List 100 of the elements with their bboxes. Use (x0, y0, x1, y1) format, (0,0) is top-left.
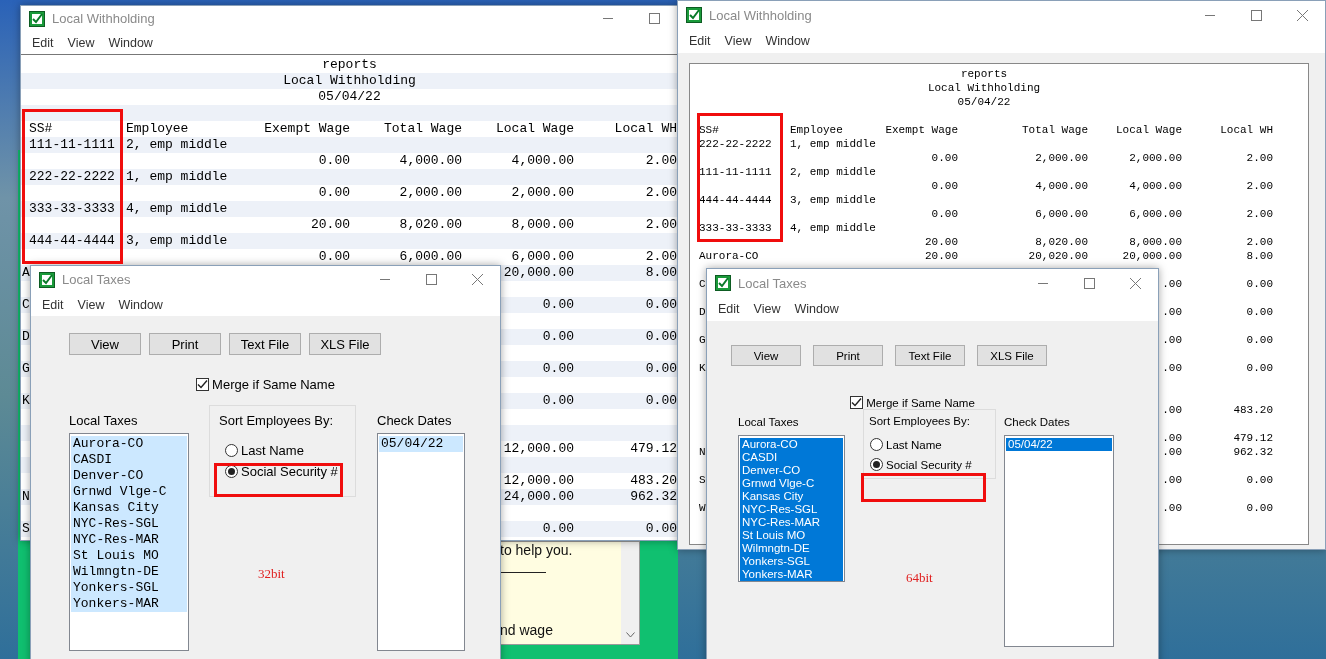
maximize-icon[interactable] (1083, 277, 1095, 289)
menu-item[interactable]: Edit (683, 34, 717, 48)
report-cell: .00 (1162, 333, 1182, 347)
report-cell: 222-22-2222 (29, 169, 115, 185)
report-cell: 6,000.00 (1129, 207, 1182, 221)
list-item[interactable]: Aurora-CO (71, 436, 187, 452)
column-header: Employee (790, 123, 843, 137)
action-button[interactable]: Print (813, 345, 883, 366)
report-cell: S (22, 521, 30, 537)
list-item[interactable]: St Louis MO (71, 548, 187, 564)
menu-item[interactable]: Edit (36, 297, 70, 312)
action-button[interactable]: Print (149, 333, 221, 355)
report-cell: 20.00 (925, 249, 958, 263)
list-item[interactable]: NYC-Res-SGL (740, 503, 843, 516)
report-cell: 8,020.00 (399, 217, 462, 233)
action-button[interactable]: Text File (895, 345, 965, 366)
menu-item[interactable]: Edit (26, 35, 60, 50)
report-cell: 0.00 (931, 151, 958, 165)
report-cell: 0.00 (645, 297, 677, 313)
checkbox-label: Merge if Same Name (866, 396, 975, 409)
list-item[interactable]: 05/04/22 (379, 436, 463, 452)
close-icon[interactable] (1296, 9, 1308, 21)
list-item[interactable]: Yonkers-MAR (740, 568, 843, 581)
menu-item[interactable]: Window (788, 302, 845, 316)
report-cell: .00 (1162, 277, 1182, 291)
menu-item[interactable]: Edit (712, 302, 746, 316)
close-icon[interactable] (471, 274, 483, 285)
list-item[interactable]: Yonkers-SGL (71, 580, 187, 596)
report-cell: 0.00 (1246, 361, 1273, 375)
list-label: Check Dates (377, 413, 453, 428)
report-cell: 1, emp middle (126, 169, 228, 185)
chevron-down-icon[interactable] (625, 632, 635, 638)
report-cell: 6,000.00 (511, 249, 574, 265)
report-heading: reports (960, 68, 1008, 80)
list-item[interactable]: Grnwd Vlge-C (740, 477, 843, 490)
report-cell: 8,000.00 (511, 217, 574, 233)
list-item[interactable]: Denver-CO (71, 468, 187, 484)
report-cell: 4,000.00 (399, 153, 462, 169)
menu-item[interactable]: Window (102, 35, 159, 50)
report-cell: 0.00 (645, 361, 677, 377)
menu-item[interactable]: View (718, 34, 758, 48)
list-item[interactable]: Wilmngtn-DE (740, 542, 843, 555)
maximize-icon[interactable] (648, 13, 660, 24)
list-item[interactable]: 05/04/22 (1006, 438, 1112, 451)
report-cell: 2,000.00 (511, 185, 574, 201)
column-header: SS# (699, 123, 719, 137)
list-item[interactable]: CASDI (740, 451, 843, 464)
menu-item[interactable]: Window (112, 297, 169, 312)
action-button[interactable]: XLS File (309, 333, 381, 355)
report-cell: 0.00 (318, 153, 350, 169)
report-cell: 0.00 (542, 393, 574, 409)
list-item[interactable]: Aurora-CO (740, 438, 843, 451)
list-item[interactable]: NYC-Res-MAR (71, 532, 187, 548)
report-cell: 20,020.00 (1028, 249, 1088, 263)
radio-button[interactable] (870, 458, 883, 471)
report-cell: 0.00 (1246, 305, 1273, 319)
annotation-text: 64bit (906, 570, 933, 586)
close-icon[interactable] (1129, 277, 1141, 289)
report-cell: 0.00 (542, 297, 574, 313)
action-button[interactable]: View (731, 345, 801, 366)
list-item[interactable]: Wilmngtn-DE (71, 564, 187, 580)
report-cell: 2.00 (645, 153, 677, 169)
list-item[interactable]: Grnwd Vlge-C (71, 484, 187, 500)
list-item[interactable]: St Louis MO (740, 529, 843, 542)
list-item[interactable]: Kansas City (740, 490, 843, 503)
scrollbar[interactable] (621, 542, 639, 644)
checkbox[interactable] (850, 396, 864, 409)
action-button[interactable]: Text File (229, 333, 301, 355)
report-cell: 0.00 (1246, 277, 1273, 291)
radio-button[interactable] (225, 444, 238, 457)
report-cell: G (22, 361, 30, 377)
menu-item[interactable]: View (71, 297, 111, 312)
app-icon (686, 7, 702, 23)
menu-item[interactable]: View (747, 302, 787, 316)
checkbox-label: Merge if Same Name (212, 377, 335, 392)
list-item[interactable]: Yonkers-MAR (71, 596, 187, 612)
app-icon (715, 275, 731, 291)
list-label: Local Taxes (738, 415, 800, 430)
report-cell: 2.00 (1246, 179, 1273, 193)
report-cell: 0.00 (1246, 501, 1273, 515)
list-item[interactable]: NYC-Res-SGL (71, 516, 187, 532)
menu-item[interactable]: View (61, 35, 101, 50)
report-cell: 962.32 (630, 489, 677, 505)
list-item[interactable]: NYC-Res-MAR (740, 516, 843, 529)
list-item[interactable]: Yonkers-SGL (740, 555, 843, 568)
action-button[interactable]: XLS File (977, 345, 1047, 366)
action-button[interactable]: View (69, 333, 141, 355)
list-item[interactable]: Denver-CO (740, 464, 843, 477)
maximize-icon[interactable] (425, 274, 437, 285)
radio-button[interactable] (870, 438, 883, 451)
help-text: to help you. (500, 542, 574, 558)
report-cell: 20,000.00 (503, 265, 574, 281)
checkbox[interactable] (196, 378, 210, 391)
list-item[interactable]: Kansas City (71, 500, 187, 516)
app-icon (29, 10, 45, 27)
menu-item[interactable]: Window (759, 34, 816, 48)
radio-label: Last Name (241, 443, 304, 458)
maximize-icon[interactable] (1250, 9, 1262, 21)
report-cell: Aurora-CO (699, 249, 759, 263)
list-item[interactable]: CASDI (71, 452, 187, 468)
